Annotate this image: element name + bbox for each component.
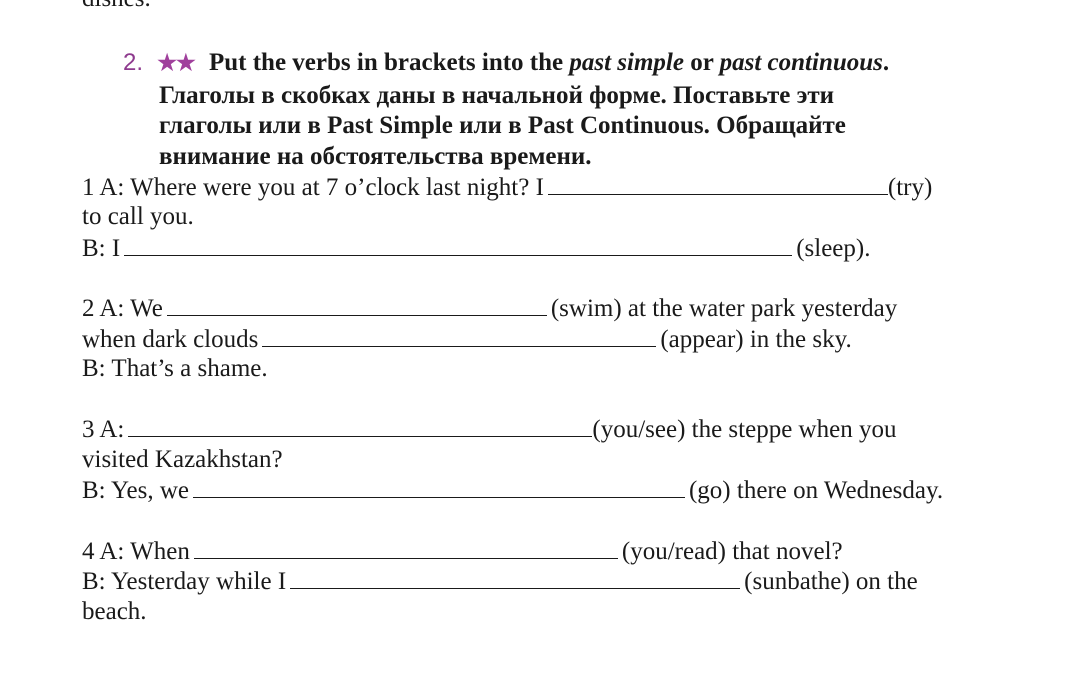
item-4-line-1: 4 A: When (you/read) that novel? xyxy=(82,536,843,567)
item-4-prompt: 4 A: When xyxy=(82,538,190,565)
item-1-line-2: to call you. xyxy=(82,203,194,230)
item-2-line-2: when dark clouds (appear) in the sky. xyxy=(82,324,852,355)
item-4-line-2: B: Yesterday while I (sunbathe) on the xyxy=(82,566,918,597)
item-3-verb-see: (you/see) the steppe when you xyxy=(592,416,897,443)
item-2-line-3: B: That’s a shame. xyxy=(82,355,268,382)
item-3-b-prompt: B: Yes, we xyxy=(82,477,189,504)
item-4-b-prompt: B: Yesterday while I xyxy=(82,568,287,595)
item-3-blank-go[interactable] xyxy=(192,475,685,498)
item-1-blank-try[interactable] xyxy=(547,172,888,195)
item-2-clause: when dark clouds xyxy=(82,326,259,353)
instruction-en-italic2: past continuous xyxy=(719,49,883,76)
instruction-en-italic1: past simple xyxy=(569,49,684,76)
instruction-ru-line-3: внимание на обстоятельства времени. xyxy=(159,143,592,170)
item-3-line-2: visited Kazakhstan? xyxy=(82,446,283,473)
item-4-line-3: beach. xyxy=(82,598,147,625)
item-2-verb-appear: (appear) in the sky. xyxy=(660,326,852,353)
item-4-verb-sunbathe: (sunbathe) on the xyxy=(744,568,918,595)
item-2-verb-swim: (swim) at the water park yesterday xyxy=(550,295,898,322)
instruction-ru-line-2: глаголы или в Past Simple или в Past Con… xyxy=(159,112,846,139)
item-1-verb-try: (try) xyxy=(887,174,933,201)
item-3-verb-go: (go) there on Wednesday. xyxy=(688,477,944,504)
item-3-prompt: 3 A: xyxy=(82,416,125,443)
item-1-blank-sleep[interactable] xyxy=(124,233,793,256)
item-1-verb-sleep: (sleep). xyxy=(796,235,871,262)
exercise-header: 2. ★★ Put the verbs in brackets into the… xyxy=(123,48,889,78)
item-4-blank-sunbathe[interactable] xyxy=(290,566,741,589)
item-1-prompt: 1 A: Where were you at 7 o’clock last ni… xyxy=(82,174,544,201)
item-2-blank-appear[interactable] xyxy=(262,324,657,347)
item-3-line-3: B: Yes, we (go) there on Wednesday. xyxy=(82,475,943,506)
exercise-number: 2. xyxy=(123,49,144,76)
item-4-verb-read: (you/read) that novel? xyxy=(621,538,843,565)
item-1-line-1: 1 A: Where were you at 7 o’clock last ni… xyxy=(82,172,932,203)
instruction-en-part1: Put the verbs in brackets into the xyxy=(208,49,570,76)
item-3-blank-see[interactable] xyxy=(128,414,593,437)
item-1-b-prompt: B: I xyxy=(82,235,121,262)
item-4-blank-read[interactable] xyxy=(193,536,618,559)
difficulty-stars-icon: ★★ xyxy=(157,50,195,75)
item-2-blank-swim[interactable] xyxy=(166,293,547,316)
instruction-ru-line-1: Глаголы в скобках даны в начальной форме… xyxy=(159,82,835,109)
previous-exercise-tail: dishes. xyxy=(82,0,151,14)
instruction-en-part2: or xyxy=(683,49,720,76)
item-3-line-1: 3 A: (you/see) the steppe when you xyxy=(82,414,896,445)
item-1-line-3: B: I (sleep). xyxy=(82,233,870,264)
instruction-en-part3: . xyxy=(882,49,890,76)
item-2-line-1: 2 A: We (swim) at the water park yesterda… xyxy=(82,293,897,324)
item-2-prompt: 2 A: We xyxy=(82,295,163,322)
